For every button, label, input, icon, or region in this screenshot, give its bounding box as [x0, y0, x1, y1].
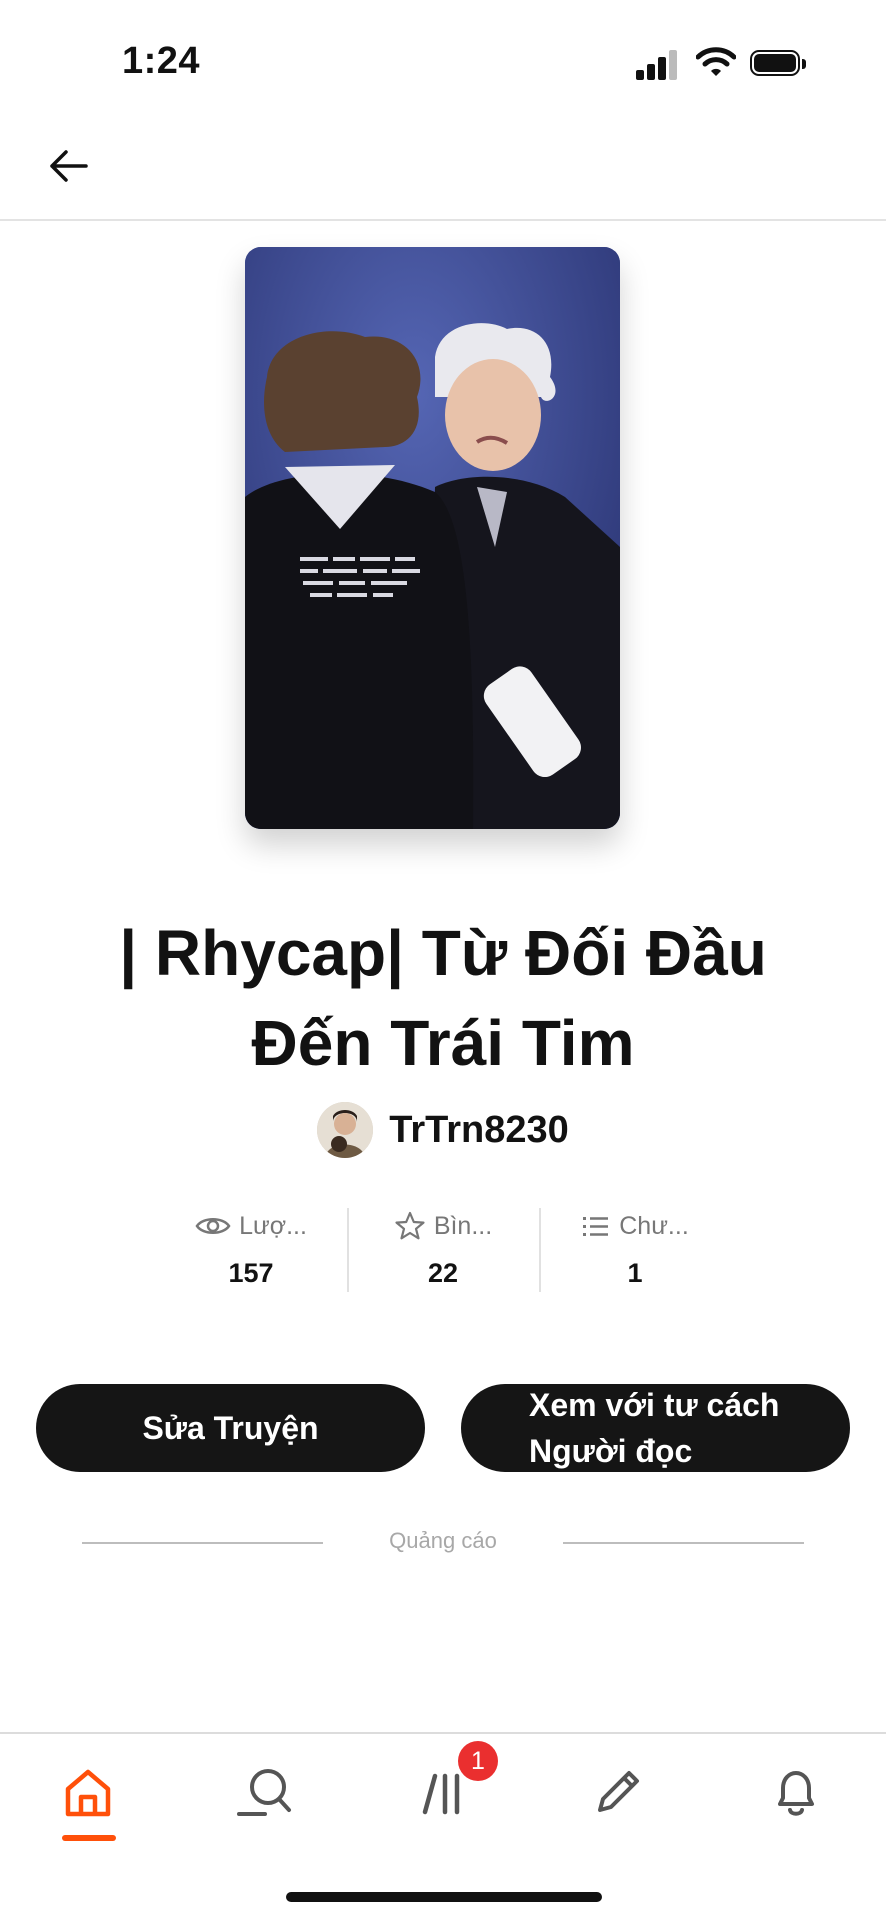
view-as-reader-label: Xem với tư cách [529, 1387, 780, 1423]
stat-chapters-label: Chư... [619, 1211, 689, 1240]
arrow-left-icon [50, 150, 88, 182]
star-icon [395, 1211, 425, 1240]
author-name[interactable]: TrTrn8230 [389, 1109, 569, 1152]
library-notification-badge: 1 [458, 1741, 498, 1781]
battery-icon [750, 50, 806, 78]
home-indicator [286, 1892, 602, 1902]
wifi-icon [695, 46, 737, 83]
nav-home[interactable] [48, 1752, 128, 1832]
story-title-line: Đến Trái Tim [251, 1007, 635, 1079]
nav-search[interactable] [225, 1752, 305, 1832]
author-avatar[interactable] [317, 1102, 374, 1158]
edit-story-label: Sửa Truyện [142, 1409, 319, 1446]
stat-reads-value: 157 [228, 1258, 274, 1288]
stat-reads-label: Lượ... [239, 1211, 307, 1240]
cellular-signal-icon [636, 48, 680, 80]
stat-votes-value: 22 [427, 1258, 459, 1288]
nav-home-active-indicator [62, 1835, 116, 1841]
stat-chapters-value: 1 [627, 1258, 643, 1288]
list-icon [583, 1217, 609, 1236]
stat-reads: Lượ... 157 [155, 1206, 347, 1294]
edit-story-button[interactable]: Sửa Truyện [36, 1384, 425, 1472]
bottom-nav-divider [0, 1732, 886, 1734]
back-button[interactable] [44, 142, 100, 198]
bell-icon [778, 1771, 814, 1816]
stat-votes-label: Bìn... [433, 1211, 493, 1240]
ad-divider-right [563, 1542, 804, 1544]
stat-votes: Bìn... 22 [347, 1206, 539, 1294]
header-divider [0, 219, 886, 221]
nav-write[interactable] [578, 1752, 658, 1832]
eye-icon [195, 1218, 231, 1234]
search-icon [237, 1769, 291, 1816]
story-cover-image [245, 247, 620, 829]
home-icon [65, 1769, 111, 1817]
story-stats: Lượ... 157 Bìn... 22 Chư... 1 [155, 1206, 731, 1294]
ad-label: Quảng cáo [389, 1528, 497, 1553]
author-row[interactable]: TrTrn8230 [0, 1100, 886, 1160]
pencil-icon [598, 1771, 639, 1812]
view-as-reader-button[interactable]: Xem với tư cách Người đọc [461, 1384, 850, 1472]
story-title-line: | Rhycap| Từ Đối Đầu [119, 917, 767, 989]
story-title: | Rhycap| Từ Đối Đầu Đến Trái Tim [60, 908, 826, 1088]
stat-chapters: Chư... 1 [539, 1206, 731, 1294]
nav-notifications[interactable] [756, 1752, 836, 1832]
status-time: 1:24 [122, 40, 201, 82]
view-as-reader-label: Người đọc [529, 1433, 693, 1469]
